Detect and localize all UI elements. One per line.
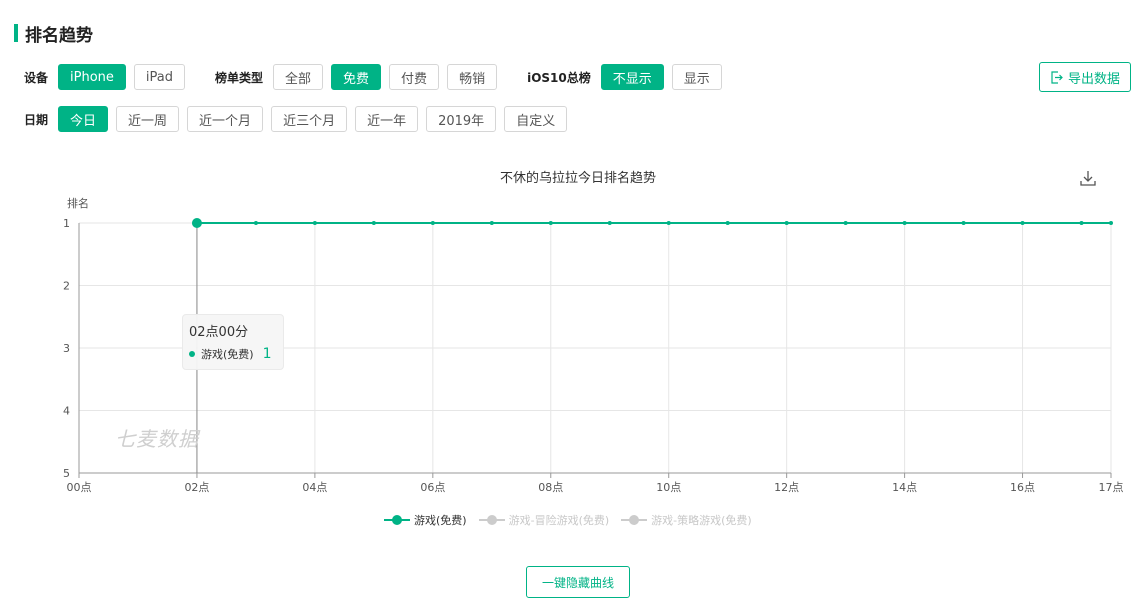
x-tick-label: 00点 [67,481,92,494]
legend-symbol [384,514,410,526]
data-point [1079,221,1084,225]
watermark: 七麦数据 [115,427,199,451]
data-point [1109,221,1113,225]
data-point [489,221,494,225]
legend-label: 游戏(免费) [414,514,467,527]
x-tick-label: 08点 [538,481,563,494]
legend-item-adventure-free[interactable]: 游戏-冒险游戏(免费) [478,512,610,528]
legend-item-strategy-free[interactable]: 游戏-策略游戏(免费) [621,512,752,528]
data-point [961,221,966,225]
tooltip-series-name: 游戏(免费) [201,348,254,361]
data-point [1020,221,1025,225]
y-tick-label: 5 [63,467,70,480]
x-tick-label: 10点 [656,481,681,494]
data-point [371,221,376,225]
x-tick-label: 12点 [774,481,799,494]
data-point [430,221,435,225]
legend-label: 游戏-冒险游戏(免费) [508,514,610,527]
x-tick-label: 02点 [184,481,209,494]
y-axis-label: 排名 [67,196,89,210]
hide-curves-button[interactable]: 一键隐藏曲线 [526,566,630,598]
y-tick-label: 3 [63,342,70,355]
tooltip-time: 02点00分 [189,325,249,340]
legend-symbol [478,514,505,526]
legend-symbol [621,514,648,526]
x-tick-label: 16点 [1010,481,1035,494]
data-point [548,221,553,225]
y-tick-label: 1 [63,217,70,230]
data-point [784,221,789,225]
chart-legend: 游戏(免费) 游戏-冒险游戏(免费) 游戏-策略游戏(免费) [384,512,764,528]
data-point [312,221,317,225]
tooltip-series-dot [189,351,195,357]
data-point [843,221,848,225]
x-tick-label: 04点 [302,481,327,494]
tooltip-row: 游戏(免费) 1 [189,346,277,362]
download-icon[interactable] [1079,169,1097,187]
legend-item-games-free[interactable]: 游戏(免费) [384,512,467,528]
data-point [191,218,202,228]
tooltip-value: 1 [262,346,272,362]
data-point [666,221,671,225]
data-point [902,221,907,225]
data-point [725,221,730,225]
data-point [607,221,612,225]
data-point [253,221,258,225]
x-tick-label: 17点 [1099,481,1124,494]
y-tick-label: 2 [63,280,70,293]
x-tick-label: 14点 [892,481,917,494]
legend-label: 游戏-策略游戏(免费) [651,514,752,527]
chart-tooltip: 02点00分 游戏(免费) 1 [182,314,284,370]
x-tick-label: 06点 [420,481,445,494]
chart-title: 不休的乌拉拉今日排名趋势 [499,171,656,186]
y-tick-label: 4 [63,405,70,418]
